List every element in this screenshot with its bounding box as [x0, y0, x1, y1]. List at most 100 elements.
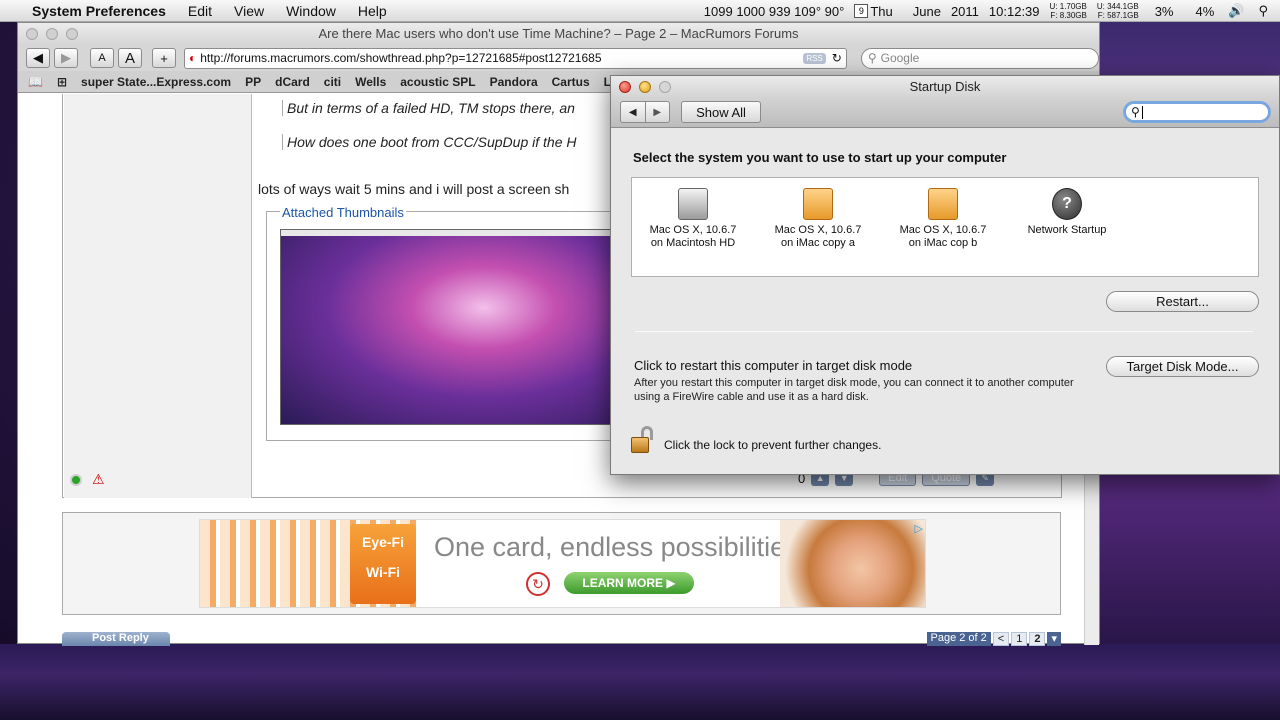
safari-title: Are there Mac users who don't use Time M… — [318, 26, 799, 41]
volume-icon[interactable]: 🔊 — [1228, 3, 1244, 19]
close-icon[interactable] — [619, 81, 631, 93]
post-status-icons: ⚠ — [70, 471, 105, 488]
disk-network-startup[interactable]: ? Network Startup — [1012, 188, 1122, 237]
text-smaller-button[interactable]: A — [90, 48, 114, 68]
ad-choices-icon[interactable]: ▷ — [915, 522, 923, 535]
bookmark-item[interactable]: citi — [324, 75, 341, 89]
startup-disk-list: Mac OS X, 10.6.7 on Macintosh HD Mac OS … — [631, 177, 1259, 277]
page-2-current: 2 — [1029, 632, 1046, 646]
eyefi-card: Eye-Fi Wi-Fi — [350, 524, 416, 604]
disk-label-line1: Mac OS X, 10.6.7 — [649, 224, 737, 236]
startup-disk-window-controls — [619, 81, 671, 93]
google-search-input[interactable]: ⚲ Google — [860, 47, 1099, 69]
stats-readout[interactable]: 1099 1000 939 109° 90° — [704, 4, 845, 19]
bookmark-item[interactable]: super State...Express.com — [81, 75, 231, 89]
page-prev-link[interactable]: < — [992, 632, 1010, 646]
prefs-search-input[interactable]: ⚲ — [1123, 101, 1271, 123]
menu-edit[interactable]: Edit — [188, 3, 212, 19]
ad-container: Eye-Fi Wi-Fi One card, endless possibili… — [62, 512, 1061, 615]
post-user-sidebar — [64, 94, 252, 498]
learn-more-button[interactable]: LEARN MORE ▶ — [564, 572, 694, 594]
disk-macintosh-hd[interactable]: Mac OS X, 10.6.7 on Macintosh HD — [638, 188, 748, 250]
target-disk-mode-button[interactable]: Target Disk Mode... — [1106, 356, 1259, 377]
thread-footer: Post Reply Page 2 of 2 < 1 2 ▾ — [62, 632, 1061, 646]
external-drive-icon — [928, 188, 958, 220]
lock-icon[interactable] — [631, 426, 655, 454]
disk-imac-cop-b[interactable]: Mac OS X, 10.6.7 on iMac cop b — [888, 188, 998, 250]
section-divider — [635, 331, 1253, 332]
minimize-icon[interactable] — [639, 81, 651, 93]
report-post-icon[interactable]: ⚠ — [92, 471, 105, 488]
eyefi-brand: Eye-Fi — [361, 534, 404, 550]
bookmark-item[interactable]: Cartus — [552, 75, 590, 89]
disk-stats[interactable]: U: 344.1GB F: 587.1GB — [1097, 2, 1139, 20]
bookmarks-book-icon[interactable]: 📖 — [28, 75, 43, 89]
target-disk-mode-description: After you restart this computer in targe… — [634, 377, 1074, 403]
clock-month: June — [912, 3, 941, 19]
ad-tagline: One card, endless possibilities. — [434, 532, 807, 562]
calendar-icon[interactable]: 9 — [854, 4, 869, 18]
minimize-icon[interactable] — [46, 28, 58, 40]
disk-label-line1: Mac OS X, 10.6.7 — [774, 224, 862, 236]
close-icon[interactable] — [26, 28, 38, 40]
restart-button[interactable]: Restart... — [1106, 291, 1259, 312]
back-button[interactable]: ◀ — [26, 48, 50, 68]
prefs-back-icon[interactable]: ◀ — [621, 102, 646, 122]
quote-line-1: But in terms of a failed HD, TM stops th… — [282, 100, 575, 116]
search-placeholder: Google — [880, 51, 920, 65]
bookmark-item[interactable]: Pandora — [490, 75, 538, 89]
startup-disk-pane: Select the system you want to use to sta… — [611, 128, 1279, 474]
startup-disk-window: Startup Disk ◀ ▶ Show All ⚲ Select the s… — [610, 75, 1280, 475]
spotlight-icon[interactable]: ⚲ — [1258, 3, 1268, 19]
disk-imac-copy-a[interactable]: Mac OS X, 10.6.7 on iMac copy a — [763, 188, 873, 250]
replay-icon[interactable]: ↻ — [526, 572, 550, 596]
zoom-icon[interactable] — [659, 81, 671, 93]
startup-heading: Select the system you want to use to sta… — [633, 150, 1007, 165]
bookmark-item[interactable]: dCard — [275, 75, 310, 89]
clock-time[interactable]: 10:12:39 — [989, 4, 1040, 19]
quote-line-2: How does one boot from CCC/SupDup if the… — [282, 134, 576, 150]
disk-label-line2: on Macintosh HD — [650, 237, 736, 249]
app-menu[interactable]: System Preferences — [32, 3, 166, 19]
post-body-text: lots of ways wait 5 mins and i will post… — [258, 181, 570, 197]
url-text[interactable]: http://forums.macrumors.com/showthread.p… — [200, 51, 803, 65]
attached-thumbnail-image[interactable] — [280, 229, 620, 425]
menu-view[interactable]: View — [234, 3, 264, 19]
eyefi-wifi: Wi-Fi — [365, 564, 401, 580]
attached-thumbnails-label: Attached Thumbnails — [280, 205, 406, 220]
reload-icon[interactable]: ↻ — [832, 51, 842, 65]
bookmark-item[interactable]: PP — [245, 75, 261, 89]
page-1-link[interactable]: 1 — [1011, 632, 1028, 646]
disk-label-line2: on iMac copy a — [781, 237, 855, 249]
top-sites-grid-icon[interactable]: ⊞ — [57, 75, 67, 89]
disk-label-line2: on iMac cop b — [908, 237, 978, 249]
cpu-usage-2[interactable]: 4% — [1195, 4, 1214, 19]
eyefi-banner-ad[interactable]: Eye-Fi Wi-Fi One card, endless possibili… — [199, 519, 926, 608]
prefs-forward-icon[interactable]: ▶ — [646, 102, 670, 122]
disk-label-line1: Mac OS X, 10.6.7 — [899, 224, 987, 236]
pagination: Page 2 of 2 < 1 2 ▾ — [926, 632, 1061, 646]
menu-extras: 1099 1000 939 109° 90° 9 Thu June 2011 1… — [694, 0, 1280, 22]
menu-help[interactable]: Help — [358, 3, 387, 19]
show-all-button[interactable]: Show All — [681, 101, 761, 123]
rss-button[interactable]: RSS — [803, 52, 826, 64]
address-bar[interactable]: ◐ http://forums.macrumors.com/showthread… — [184, 47, 847, 69]
page-menu-chevron-down-icon[interactable]: ▾ — [1047, 632, 1061, 646]
bookmark-item[interactable]: acoustic SPL — [400, 75, 475, 89]
post-reply-button[interactable]: Post Reply — [62, 632, 170, 646]
menu-window[interactable]: Window — [286, 3, 336, 19]
add-bookmark-button[interactable]: + — [152, 48, 176, 68]
desktop-wallpaper-bottom — [0, 644, 1280, 720]
clock-day: Thu — [870, 3, 893, 19]
zoom-icon[interactable] — [66, 28, 78, 40]
bookmark-item[interactable]: Wells — [355, 75, 386, 89]
online-status-icon — [70, 473, 82, 486]
forward-button[interactable]: ▶ — [54, 48, 78, 68]
memory-stats[interactable]: U: 1.70GB F: 8.30GB — [1050, 2, 1087, 20]
text-larger-button[interactable]: A — [118, 48, 142, 68]
prefs-toolbar: ◀ ▶ Show All ⚲ — [611, 98, 1279, 128]
cpu-usage-1[interactable]: 3% — [1155, 4, 1174, 19]
network-startup-icon: ? — [1052, 188, 1082, 220]
site-favicon: ◐ — [189, 51, 197, 65]
lock-text: Click the lock to prevent further change… — [664, 438, 882, 452]
